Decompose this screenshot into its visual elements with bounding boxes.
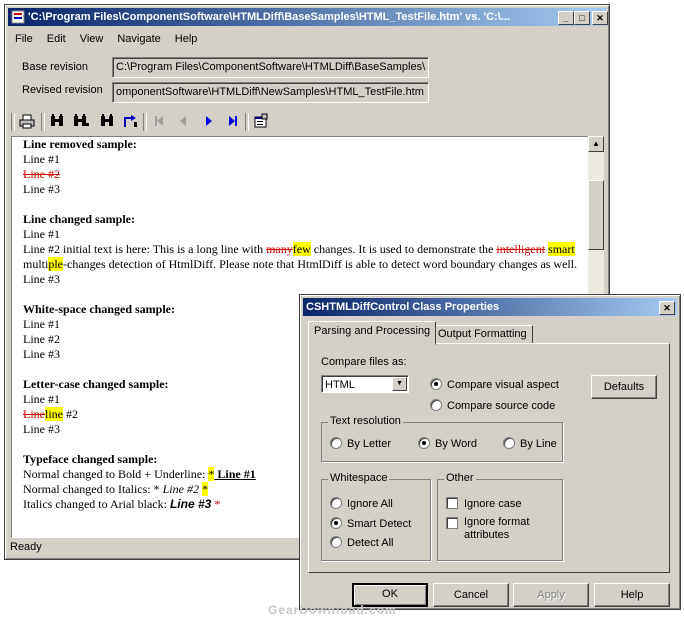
toolbar-separator xyxy=(245,113,249,131)
doc-line: Line #1 xyxy=(23,152,60,166)
inserted-text: few xyxy=(292,242,311,256)
compare-source-radio[interactable]: Compare source code xyxy=(430,399,555,413)
close-button[interactable]: ✕ xyxy=(592,11,608,25)
toolbar-separator xyxy=(41,113,45,131)
menu-bar: File Edit View Navigate Help xyxy=(8,29,606,49)
by-line-radio[interactable]: By Line xyxy=(503,437,557,451)
doc-text: Line #2 initial text is here: This is a … xyxy=(23,242,267,256)
other-label: Other xyxy=(444,472,476,484)
dialog-title: CSHTMLDiffControl Class Properties xyxy=(306,301,500,313)
text-resolution-label: Text resolution xyxy=(328,415,403,427)
doc-text: Normal changed to Bold + Underline: xyxy=(23,467,209,481)
goto-next-icon[interactable] xyxy=(121,111,141,131)
doc-text: multi xyxy=(23,257,49,271)
main-title: 'C:\Program Files\ComponentSoftware\HTML… xyxy=(28,11,510,23)
inserted-text: smart xyxy=(548,242,575,256)
properties-dialog: CSHTMLDiffControl Class Properties ✕ Par… xyxy=(299,294,681,610)
revised-revision-label: Revised revision xyxy=(22,84,103,96)
tab-panel: Compare files as: HTML ▼ Compare visual … xyxy=(308,343,670,573)
inserted-text: ple xyxy=(48,257,64,271)
watermark-logo: GearDownload.com xyxy=(268,603,397,617)
defaults-button[interactable]: Defaults xyxy=(591,375,657,399)
compare-files-select[interactable]: HTML ▼ xyxy=(321,375,409,393)
chevron-down-icon[interactable]: ▼ xyxy=(392,377,407,391)
base-revision-label: Base revision xyxy=(22,61,89,73)
find-icon[interactable] xyxy=(47,111,67,131)
section-title: Line changed sample: xyxy=(23,212,136,226)
toolbar-grip xyxy=(11,113,15,131)
compare-visual-radio[interactable]: Compare visual aspect xyxy=(430,378,559,392)
whitespace-label: Whitespace xyxy=(328,472,390,484)
doc-text: Normal changed to Italics: * xyxy=(23,482,163,496)
prev-change-icon[interactable] xyxy=(173,111,193,131)
tab-parsing-processing[interactable]: Parsing and Processing xyxy=(308,321,437,345)
doc-text: -changes detection of HtmlDiff. Please n… xyxy=(63,257,578,271)
inserted-text: * xyxy=(201,482,208,496)
detect-all-radio[interactable]: Detect All xyxy=(330,536,393,550)
next-change-icon[interactable] xyxy=(199,111,219,131)
dialog-title-bar[interactable]: CSHTMLDiffControl Class Properties xyxy=(303,298,677,316)
inserted-text: line xyxy=(45,407,63,421)
properties-icon[interactable] xyxy=(251,111,271,131)
app-icon xyxy=(11,10,25,24)
other-group: Other Ignore case Ignore format attribut… xyxy=(437,472,563,561)
doc-text: Line #3 xyxy=(169,497,212,511)
scroll-up-icon[interactable]: ▲ xyxy=(588,136,604,152)
print-icon[interactable] xyxy=(17,111,37,131)
by-word-radio[interactable]: By Word xyxy=(418,437,477,451)
menu-help[interactable]: Help xyxy=(168,29,205,48)
menu-view[interactable]: View xyxy=(73,29,111,48)
status-bar: Ready xyxy=(10,541,42,553)
compare-files-label: Compare files as: xyxy=(321,356,407,368)
dialog-close-button[interactable]: ✕ xyxy=(659,301,675,315)
cancel-button[interactable]: Cancel xyxy=(433,583,509,607)
first-change-icon[interactable] xyxy=(149,111,169,131)
main-title-bar[interactable]: 'C:\Program Files\ComponentSoftware\HTML… xyxy=(8,8,606,26)
doc-paragraph: Line #2 initial text is here: This is a … xyxy=(23,242,578,272)
section-title: Letter-case changed sample: xyxy=(23,377,169,391)
smart-detect-radio[interactable]: Smart Detect xyxy=(330,517,411,531)
revised-revision-field[interactable]: omponentSoftware\HTMLDiff\NewSamples\HTM… xyxy=(112,82,429,103)
by-letter-radio[interactable]: By Letter xyxy=(330,437,391,451)
apply-button[interactable]: Apply xyxy=(513,583,589,607)
section-title: White-space changed sample: xyxy=(23,302,175,316)
toolbar-separator xyxy=(143,113,147,131)
ignore-format-checkbox[interactable]: Ignore format attributes xyxy=(446,516,558,542)
ignore-all-radio[interactable]: Ignore All xyxy=(330,497,393,511)
find-prev-icon[interactable] xyxy=(97,111,117,131)
tab-output-formatting[interactable]: Output Formatting xyxy=(432,325,533,344)
section-title: Typeface changed sample: xyxy=(23,452,158,466)
removed-text: intelligent xyxy=(496,242,546,256)
doc-line: Line #3 xyxy=(23,272,60,286)
menu-navigate[interactable]: Navigate xyxy=(110,29,167,48)
ignore-case-checkbox[interactable]: Ignore case xyxy=(446,497,521,511)
whitespace-group: Whitespace Ignore All Smart Detect Detec… xyxy=(321,472,431,561)
doc-text: Italics changed to Arial black: xyxy=(23,497,170,511)
removed-text: Line xyxy=(23,407,45,421)
menu-file[interactable]: File xyxy=(8,29,40,48)
doc-text: Line #1 xyxy=(214,467,256,481)
doc-text: changes. It is used to demonstrate the xyxy=(310,242,497,256)
removed-text: many xyxy=(266,242,293,256)
removed-text: * xyxy=(214,497,221,511)
text-resolution-group: Text resolution By Letter By Word By Lin… xyxy=(321,415,563,462)
last-change-icon[interactable] xyxy=(223,111,243,131)
doc-text: #2 xyxy=(63,407,78,421)
removed-text: Line #2 xyxy=(23,167,60,181)
compare-files-value: HTML xyxy=(325,379,355,391)
doc-text: Line #2 xyxy=(162,482,199,496)
menu-edit[interactable]: Edit xyxy=(40,29,73,48)
doc-line: Line #1 xyxy=(23,227,60,241)
find-next-icon[interactable] xyxy=(71,111,91,131)
scroll-thumb[interactable] xyxy=(588,180,604,250)
section-title: Line removed sample: xyxy=(23,137,137,151)
maximize-button[interactable]: □ xyxy=(574,11,590,25)
base-revision-field[interactable]: C:\Program Files\ComponentSoftware\HTMLD… xyxy=(112,57,429,78)
help-button[interactable]: Help xyxy=(594,583,670,607)
doc-line: Line #3 xyxy=(23,182,60,196)
minimize-button[interactable]: _ xyxy=(558,11,574,25)
